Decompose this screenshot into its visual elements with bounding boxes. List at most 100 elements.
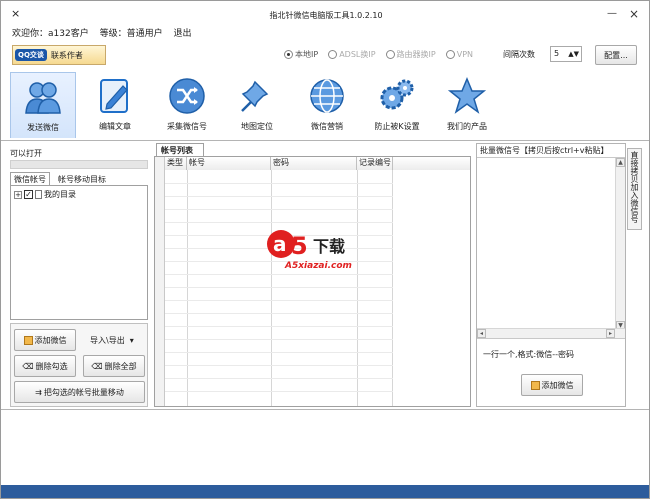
expand-icon[interactable]: + [14, 190, 22, 199]
col-header-account[interactable]: 帐号 [187, 157, 271, 170]
grid-col-line [271, 170, 272, 406]
gears-icon [380, 79, 414, 110]
tool-anti-ban-settings[interactable]: 防止被K设置 [364, 72, 430, 138]
tool-label: 采集微信号 [167, 122, 207, 131]
account-tree: + ✓ 我的目录 [10, 185, 148, 320]
horizontal-scrollbar[interactable]: ◂ ▸ [477, 328, 625, 338]
globe-icon [310, 79, 344, 113]
dropdown-arrow-icon: ▾ [129, 336, 134, 345]
batch-textarea[interactable]: ▲ ▼ ◂ ▸ [477, 157, 625, 339]
table-row[interactable] [165, 391, 393, 392]
table-row[interactable] [165, 326, 393, 327]
tool-wechat-marketing[interactable]: 微信营销 [294, 72, 360, 138]
table-row[interactable] [165, 222, 393, 223]
table-row[interactable] [165, 378, 393, 379]
delete-selected-button[interactable]: ⌫ 删除勾选 [14, 355, 76, 377]
eraser-icon: ⌫ [22, 361, 34, 371]
interval-label: 间隔次数 [503, 50, 535, 59]
grid-body [165, 170, 393, 406]
table-row[interactable] [165, 196, 393, 197]
account-grid: 类型 帐号 密码 记录编号 a 5 下载 A5xiazai.com [154, 156, 471, 407]
interval-stepper[interactable]: 5 ▲▼ [550, 46, 582, 62]
tool-edit-article[interactable]: 编辑文章 [82, 72, 148, 138]
table-row[interactable] [165, 339, 393, 340]
tab-move-target[interactable]: 帐号移动目标 [58, 173, 106, 185]
scroll-left-icon[interactable]: ◂ [477, 329, 486, 338]
radio-dot [328, 50, 338, 59]
table-row[interactable] [165, 365, 393, 366]
log-area [1, 409, 649, 485]
table-row[interactable] [165, 352, 393, 353]
table-row[interactable] [165, 313, 393, 314]
logout-link[interactable]: 退出 [173, 29, 191, 39]
watermark-domain: A5xiazai.com [285, 261, 352, 271]
col-header-password[interactable]: 密码 [271, 157, 357, 170]
user-info: 欢迎你：a132客户 等级：普通用户 退出 [12, 26, 199, 39]
vertical-scrollbar[interactable]: ▲ ▼ [615, 158, 625, 330]
table-row[interactable] [165, 183, 393, 184]
watermark-logo: a 5 下载 A5xiazai.com [265, 227, 375, 273]
add-icon [530, 380, 540, 390]
import-export-menu[interactable]: 导入\导出 ▾ [90, 335, 134, 346]
a5-logo-icon: a 5 [267, 230, 308, 260]
grid-col-line [392, 170, 393, 406]
col-header-type[interactable]: 类型 [165, 157, 187, 170]
qq-chat-icon: QQ交谈 [15, 49, 47, 61]
batch-panel: 批量微信号【拷贝后按ctrl+v粘贴】 ▲ ▼ ◂ ▸ 一行一个,格式:微信--… [476, 143, 626, 407]
tab-account-list[interactable]: 帐号列表 [156, 143, 204, 156]
checkbox-icon[interactable]: ✓ [24, 190, 33, 199]
batch-add-wechat-button[interactable]: 添加微信 [521, 374, 583, 396]
scroll-up-icon[interactable]: ▲ [616, 158, 625, 167]
minimize-button[interactable]: — [605, 7, 619, 21]
tool-collect-ids[interactable]: 采集微信号 [154, 72, 220, 138]
grid-col-line [357, 170, 358, 406]
svg-text:5: 5 [291, 232, 308, 260]
side-tab-paste[interactable]: 直接拷贝加入微信号 [627, 148, 642, 230]
radio-vpn[interactable]: VPN [445, 49, 473, 60]
scroll-right-icon[interactable]: ▸ [606, 329, 615, 338]
watermark-text: 下载 [313, 237, 346, 256]
col-header-record-no[interactable]: 记录编号 [357, 157, 393, 170]
radio-router-ip[interactable]: 路由器换IP [385, 49, 436, 60]
tab-wechat-accounts[interactable]: 微信帐号 [10, 172, 50, 185]
star-icon [447, 77, 487, 114]
table-row[interactable] [165, 209, 393, 210]
batch-header: 批量微信号【拷贝后按ctrl+v粘贴】 [480, 146, 609, 155]
table-row[interactable] [165, 300, 393, 301]
stepper-arrows-icon: ▲▼ [568, 50, 579, 58]
tool-label: 编辑文章 [99, 122, 131, 131]
tool-label: 发送微信 [27, 123, 59, 132]
tool-label: 我们的产品 [447, 122, 487, 131]
welcome-text: 欢迎你：a132客户 [12, 29, 89, 39]
close-button[interactable]: × [627, 7, 641, 21]
radio-dot [385, 50, 395, 59]
edit-icon [100, 79, 128, 113]
window-title: 指北针微信电脑版工具1.0.2.10 [269, 11, 383, 20]
tool-send-wechat[interactable]: 发送微信 [10, 72, 76, 138]
config-button[interactable]: 配置... [595, 45, 637, 65]
open-bar [10, 160, 148, 169]
row-header-column [155, 157, 165, 406]
grid-col-line [187, 170, 188, 406]
tool-our-products[interactable]: 我们的产品 [434, 72, 500, 138]
radio-local-ip[interactable]: 本地IP [284, 49, 318, 60]
radio-dot [284, 50, 293, 59]
tree-node-label: 我的目录 [44, 190, 76, 199]
tool-label: 地图定位 [241, 122, 273, 131]
folder-icon [35, 190, 42, 199]
radio-adsl-ip[interactable]: ADSL换IP [328, 49, 376, 60]
batch-move-button[interactable]: ⇉ 把勾选的帐号批量移动 [14, 381, 145, 403]
delete-all-button[interactable]: ⌫ 删除全部 [83, 355, 145, 377]
svg-text:a: a [273, 232, 287, 256]
shuffle-icon [169, 78, 205, 114]
title-bar: × 指北针微信电脑版工具1.0.2.10 — × [1, 1, 649, 23]
tree-node[interactable]: + ✓ 我的目录 [14, 189, 76, 200]
add-wechat-button[interactable]: 添加微信 [14, 329, 76, 351]
header-filler [393, 157, 470, 170]
contact-author-button[interactable]: QQ交谈 联系作者 [12, 45, 106, 65]
toolbar-divider [1, 140, 649, 141]
table-row[interactable] [165, 287, 393, 288]
tool-map-location[interactable]: 地图定位 [224, 72, 290, 138]
tool-label: 防止被K设置 [374, 122, 420, 131]
table-row[interactable] [165, 274, 393, 275]
